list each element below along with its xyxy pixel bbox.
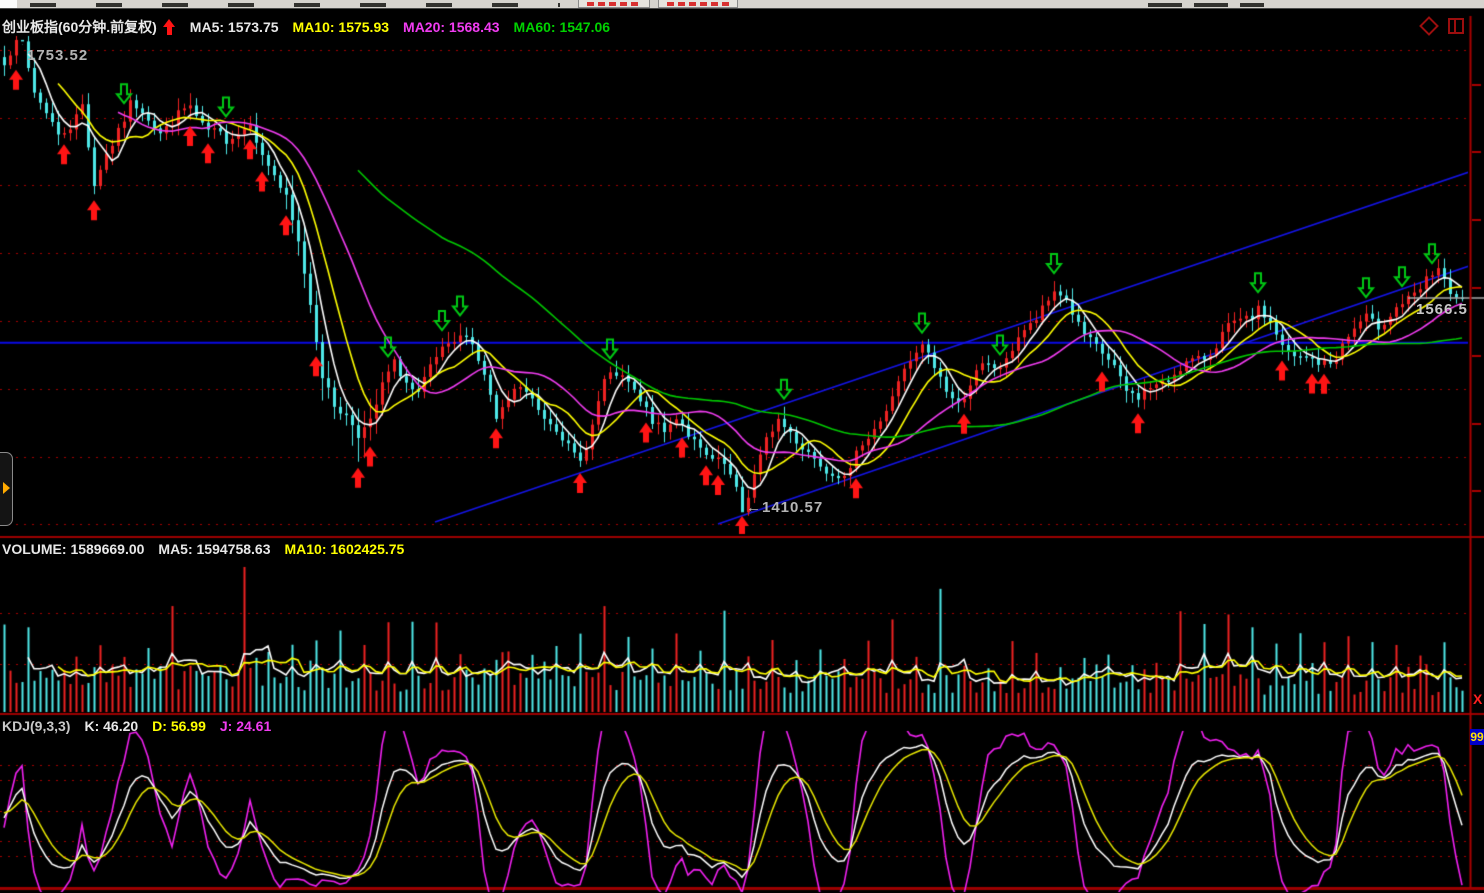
last-price-label: 1566.5 [1416,301,1468,318]
chart-title: 创业板指(60分钟.前复权) [2,17,157,37]
split-pane-icon[interactable] [1448,18,1464,34]
volume-header-row: VOLUME: 1589669.00 MA5: 1594758.63 MA10:… [2,541,418,557]
chart-header-row: 创业板指(60分钟.前复权) MA5: 1573.75 MA10: 1575.9… [2,17,624,37]
low-price-label: ←1410.57 [746,499,823,516]
toolbar-button-red-1[interactable] [578,0,650,8]
ma10-readout: MA10: 1575.93 [293,19,390,35]
kdj-k-readout: K: 46.20 [84,718,138,734]
ma60-readout: MA60: 1547.06 [514,19,611,35]
kdj-d-readout: D: 56.99 [152,718,206,734]
toolbar-button-red-2[interactable] [658,0,738,8]
app-icon [0,0,17,8]
volume-readout: VOLUME: 1589669.00 [2,541,144,557]
kdj-title: KDJ(9,3,3) [2,718,70,734]
trading-app-window: 创业板指(60分钟.前复权) MA5: 1573.75 MA10: 1575.9… [0,0,1484,893]
high-price-label: 1753.52 [27,47,88,64]
chart-canvas[interactable] [0,0,1484,893]
menu-items-clipped-right[interactable] [1148,3,1264,7]
volume-axis-label: X [1473,691,1482,707]
sidebar-expand-handle[interactable] [0,452,13,526]
chart-corner-controls [1422,18,1464,34]
menu-bar-clipped[interactable] [0,0,1484,9]
kdj-j-readout: J: 24.61 [220,718,271,734]
kdj-scale-badge: 99 [1470,729,1484,745]
ma20-readout: MA20: 1568.43 [403,19,500,35]
kdj-header-row: KDJ(9,3,3) K: 46.20 D: 56.99 J: 24.61 [2,718,285,734]
expand-arrow-icon [3,482,10,494]
volume-ma5-readout: MA5: 1594758.63 [158,541,270,557]
menu-items-clipped[interactable] [30,3,560,7]
buy-signal-icon [163,19,176,35]
diamond-icon[interactable] [1419,16,1439,36]
volume-ma10-readout: MA10: 1602425.75 [284,541,404,557]
ma5-readout: MA5: 1573.75 [190,19,279,35]
